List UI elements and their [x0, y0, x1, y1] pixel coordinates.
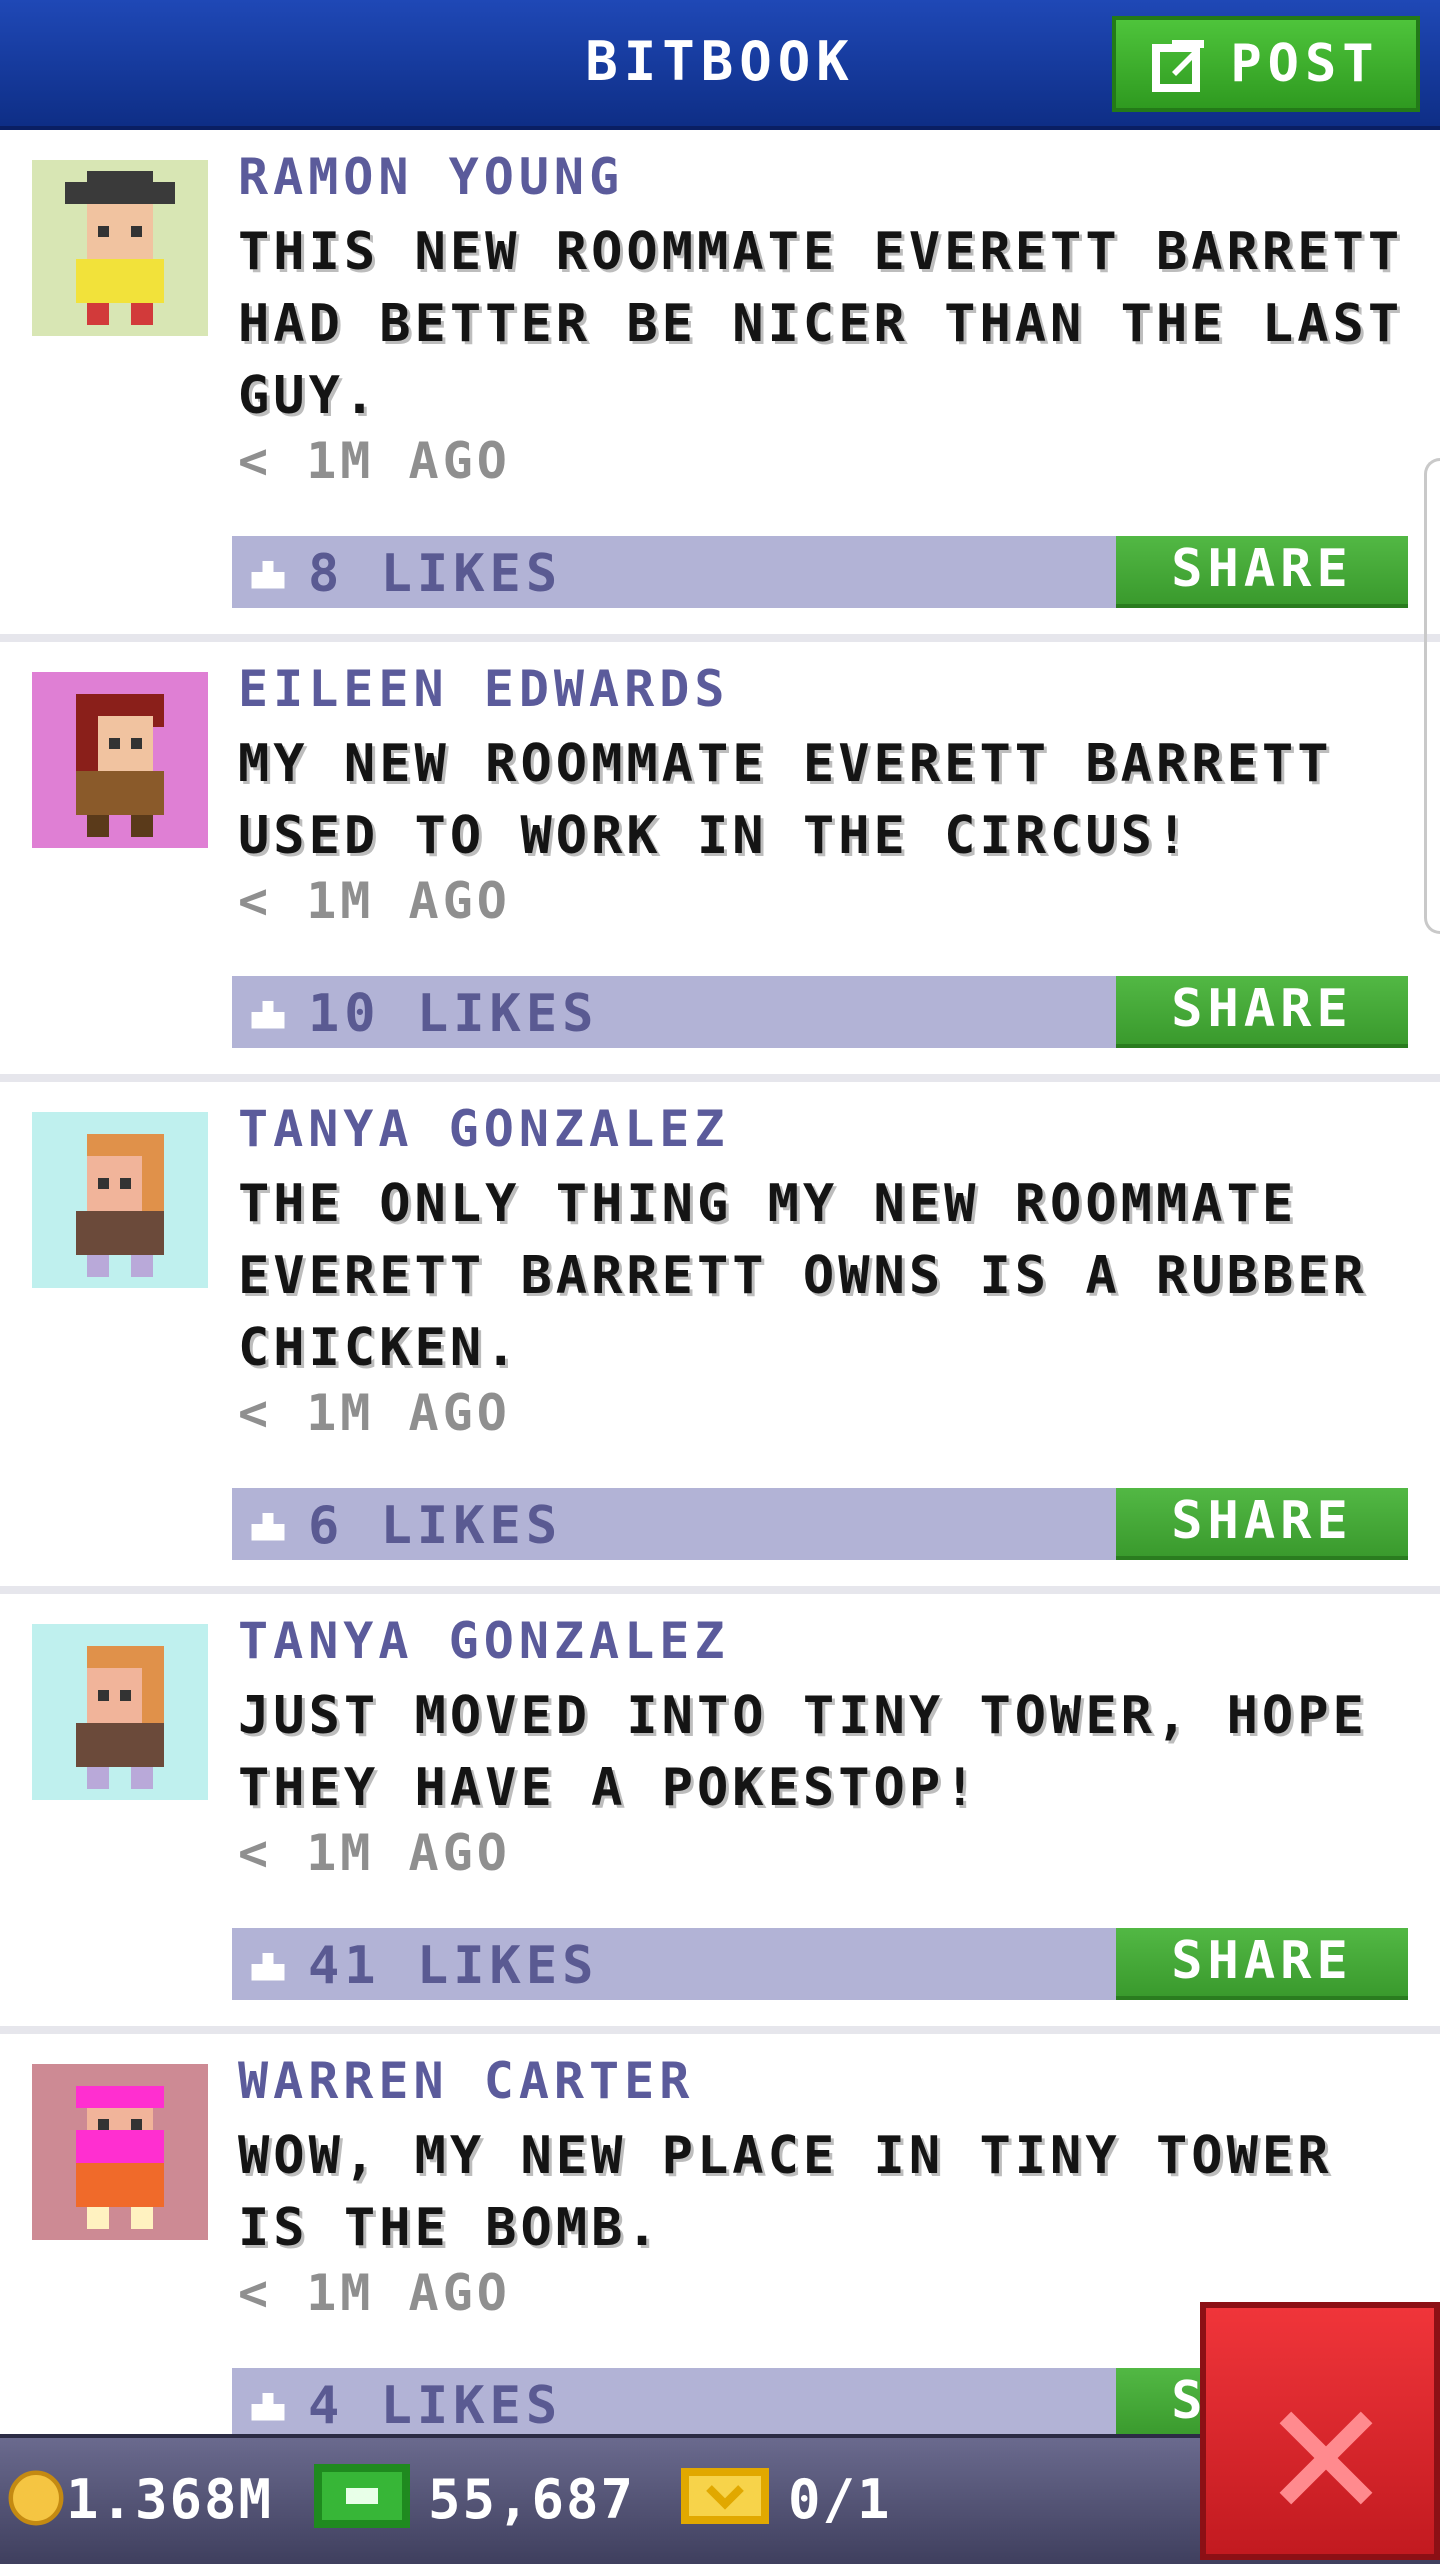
share-button[interactable]: SHARE — [1116, 976, 1408, 1048]
resident-avatar-icon — [32, 160, 208, 336]
post-button[interactable]: POST — [1112, 16, 1420, 112]
close-icon — [1279, 2411, 1373, 2505]
thumbs-up-icon[interactable] — [246, 550, 290, 594]
feed-post: TANYA GONZALEZ THE ONLY THING MY NEW ROO… — [0, 1082, 1440, 1594]
avatar[interactable] — [32, 1624, 208, 1800]
post-author[interactable]: WARREN CARTER — [238, 2052, 694, 2110]
post-time: < 1M AGO — [238, 2264, 511, 2322]
post-message: THE ONLY THING MY NEW ROOMMATE EVERETT B… — [238, 1174, 1368, 1378]
post-message: MY NEW ROOMMATE EVERETT BARRETT USED TO … — [238, 734, 1333, 866]
resident-avatar-icon — [32, 2064, 208, 2240]
post-message: WOW, MY NEW PLACE IN TINY TOWER IS THE B… — [238, 2126, 1333, 2258]
like-bar: 8 LIKES SHARE — [232, 536, 1408, 608]
thumbs-up-icon[interactable] — [246, 1942, 290, 1986]
like-count: 6 LIKES — [308, 1496, 563, 1556]
post-author[interactable]: TANYA GONZALEZ — [238, 1612, 729, 1670]
like-count: 8 LIKES — [308, 544, 563, 604]
like-bar: 6 LIKES SHARE — [232, 1488, 1408, 1560]
post-author[interactable]: TANYA GONZALEZ — [238, 1100, 729, 1158]
post-author[interactable]: RAMON YOUNG — [238, 148, 624, 206]
post-author[interactable]: EILEEN EDWARDS — [238, 660, 729, 718]
bux-icon — [314, 2464, 410, 2528]
avatar[interactable] — [32, 1112, 208, 1288]
like-count: 10 LIKES — [308, 984, 599, 1044]
feed-post: EILEEN EDWARDS MY NEW ROOMMATE EVERETT B… — [0, 642, 1440, 1082]
post-time: < 1M AGO — [238, 1384, 511, 1442]
thumbs-up-icon[interactable] — [246, 990, 290, 1034]
share-button[interactable]: SHARE — [1116, 1928, 1408, 2000]
share-button[interactable]: SHARE — [1116, 1488, 1408, 1560]
feed-post: RAMON YOUNG THIS NEW ROOMMATE EVERETT BA… — [0, 130, 1440, 642]
feed-post: TANYA GONZALEZ JUST MOVED INTO TINY TOWE… — [0, 1594, 1440, 2034]
like-bar: 10 LIKES SHARE — [232, 976, 1408, 1048]
thumbs-up-icon[interactable] — [246, 1502, 290, 1546]
thumbs-up-icon[interactable] — [246, 2382, 290, 2426]
post-message: THIS NEW ROOMMATE EVERETT BARRETT HAD BE… — [238, 222, 1404, 426]
ticket-icon — [681, 2468, 769, 2524]
resident-avatar-icon — [32, 672, 208, 848]
resident-avatar-icon — [32, 1624, 208, 1800]
like-bar: 41 LIKES SHARE — [232, 1928, 1408, 2000]
bux-count: 55,687 — [428, 2468, 636, 2531]
resident-avatar-icon — [32, 1112, 208, 1288]
compose-icon — [1152, 40, 1205, 92]
scroll-edge-indicator — [1424, 458, 1440, 934]
close-button[interactable] — [1200, 2302, 1440, 2560]
coin-icon — [8, 2470, 64, 2526]
post-time: < 1M AGO — [238, 872, 511, 930]
avatar[interactable] — [32, 2064, 208, 2240]
like-count: 41 LIKES — [308, 1936, 599, 1996]
tickets-count: 0/1 — [788, 2468, 892, 2531]
share-button[interactable]: SHARE — [1116, 536, 1408, 608]
post-time: < 1M AGO — [238, 432, 511, 490]
coins-count: 1.368M — [66, 2468, 274, 2531]
post-button-label: POST — [1230, 34, 1380, 94]
avatar[interactable] — [32, 160, 208, 336]
avatar[interactable] — [32, 672, 208, 848]
post-message: JUST MOVED INTO TINY TOWER, HOPE THEY HA… — [238, 1686, 1368, 1818]
like-count: 4 LIKES — [308, 2376, 563, 2436]
app-header: BITBOOK POST — [0, 0, 1440, 130]
post-time: < 1M AGO — [238, 1824, 511, 1882]
